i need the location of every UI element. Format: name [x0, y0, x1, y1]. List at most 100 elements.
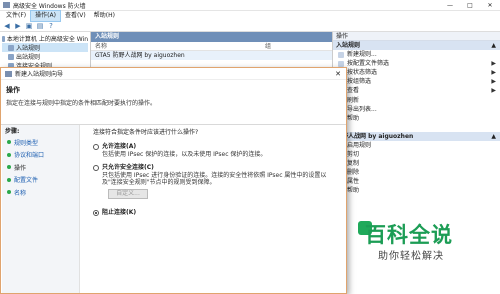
action-help-rule[interactable]: 帮助 [333, 186, 500, 195]
menu-view[interactable]: 查看(V) [61, 11, 90, 21]
step-bullet-icon [7, 152, 11, 157]
action-label: 帮助 [347, 187, 360, 195]
action-enable-rule[interactable]: 启用规则 [333, 141, 500, 150]
option-label: 允许连接(A) [102, 143, 137, 150]
step-bullet-icon [7, 190, 11, 195]
action-copy[interactable]: 复制 [333, 159, 500, 168]
rules-column-headers: 名称 组 [91, 42, 332, 51]
tree-item-label: 出站规则 [16, 54, 41, 61]
watermark-subtitle: 助你轻松解决 [378, 251, 444, 262]
option-label: 阻止连接(K) [102, 209, 137, 216]
action-delete[interactable]: 删除 [333, 168, 500, 177]
action-new-rule[interactable]: 新建规则... [333, 50, 500, 59]
action-filter-group[interactable]: 按组筛选 ▶ [333, 77, 500, 86]
rule-name: GTA5 防野人战网 by aiguozhen [95, 52, 185, 59]
firewall-app-icon [3, 2, 10, 8]
action-question: 连接符合指定条件时应该进行什么操作? [93, 129, 199, 136]
actions-group-label: 入站规则 [336, 42, 361, 49]
action-help[interactable]: 帮助 [333, 114, 500, 123]
step-label: 配置文件 [14, 177, 39, 185]
window-title-bar: 高级安全 Windows 防火墙 — □ ✕ [0, 0, 500, 11]
wizard-heading: 操作 [6, 86, 20, 94]
wizard-title-bar: 新建入站规则向导 ✕ [1, 68, 346, 80]
action-label: 剪切 [347, 150, 360, 158]
radio-block[interactable] [93, 210, 99, 216]
step-action[interactable]: 操作 [2, 161, 79, 174]
firewall-icon [2, 35, 5, 42]
step-name[interactable]: 名称 [2, 186, 79, 199]
collapse-icon[interactable]: ▲ [491, 132, 496, 141]
properties-icon[interactable]: ▤ [36, 22, 44, 30]
step-label: 操作 [14, 164, 27, 172]
outbound-rules-icon [8, 53, 14, 60]
collapse-icon[interactable]: ▲ [491, 41, 496, 50]
actions-header: 操作 [333, 32, 500, 41]
action-label: 删除 [347, 169, 360, 177]
close-button[interactable]: ✕ [480, 0, 500, 11]
up-folder-icon[interactable]: ▣ [25, 22, 33, 30]
tree-item-label: 入站规则 [16, 45, 41, 52]
customize-button[interactable]: 自定义... [108, 189, 148, 199]
minimize-button[interactable]: — [440, 0, 460, 11]
wizard-title: 新建入站规则向导 [15, 71, 64, 78]
filter-icon [338, 60, 344, 67]
forward-arrow-icon[interactable]: ▶ [14, 22, 22, 30]
tree-item-outbound-rules[interactable]: 出站规则 [2, 52, 88, 61]
step-label: 协议和端口 [14, 152, 45, 160]
close-icon[interactable]: ✕ [330, 70, 346, 78]
option-allow-secure[interactable]: 只允许安全连接(C) 只包括使用 IPsec 进行身份验证的连接。连接的安全性将… [93, 164, 333, 186]
watermark: 百科全说 助你轻松解决 [358, 219, 468, 265]
submenu-arrow-icon: ▶ [491, 87, 496, 95]
wizard-header: 操作 指定在连接与规则中指定的条件相匹配时要执行的操作。 [1, 80, 346, 125]
firewall-icon [5, 70, 12, 77]
action-view[interactable]: 查看 ▶ [333, 86, 500, 95]
action-label: 查看 [347, 87, 360, 95]
new-rule-icon [338, 51, 344, 58]
new-inbound-rule-wizard: 新建入站规则向导 ✕ 操作 指定在连接与规则中指定的条件相匹配时要执行的操作。 … [0, 67, 347, 294]
actions-group-selected-rule[interactable]: 防野人战网 by aiguozhen ▲ [333, 131, 500, 141]
submenu-arrow-icon: ▶ [491, 78, 496, 86]
option-block[interactable]: 阻止连接(K) [93, 209, 333, 217]
wizard-steps: 步骤: 规则类型 协议和端口 操作 配置文件 名称 [2, 125, 80, 293]
tree-item-inbound-rules[interactable]: 入站规则 [2, 43, 88, 52]
tree-root-label: 本地计算机 上的高级安全 Win [6, 36, 88, 43]
watermark-title: 百科全说 [365, 223, 453, 247]
action-label: 启用规则 [347, 141, 372, 149]
action-export[interactable]: 导出列表... [333, 105, 500, 114]
window-controls: — □ ✕ [440, 0, 500, 11]
action-filter-state[interactable]: 按状态筛选 ▶ [333, 68, 500, 77]
radio-allow[interactable] [93, 144, 99, 150]
action-cut[interactable]: 剪切 [333, 150, 500, 159]
tree-root[interactable]: 本地计算机 上的高级安全 Win [2, 34, 88, 43]
menu-help[interactable]: 帮助(H) [90, 11, 119, 21]
option-allow[interactable]: 允许连接(A) 包括使用 IPsec 保护的连接，以及未使用 IPsec 保护的… [93, 143, 333, 158]
radio-allow-secure[interactable] [93, 165, 99, 171]
back-arrow-icon[interactable]: ◀ [3, 22, 11, 30]
column-group[interactable]: 组 [265, 42, 271, 50]
inbound-rules-icon [8, 44, 14, 51]
action-filter-profile[interactable]: 按配置文件筛选 ▶ [333, 59, 500, 68]
step-rule-type[interactable]: 规则类型 [2, 136, 79, 149]
action-properties[interactable]: 属性 [333, 177, 500, 186]
actions-group-inbound[interactable]: 入站规则 ▲ [333, 41, 500, 50]
maximize-button[interactable]: □ [460, 0, 480, 11]
window-title: 高级安全 Windows 防火墙 [13, 2, 86, 10]
toolbar: ◀ ▶ ▣ ▤ ? [0, 21, 500, 32]
action-label: 复制 [347, 160, 360, 168]
table-row[interactable]: GTA5 防野人战网 by aiguozhen [91, 51, 332, 60]
column-name[interactable]: 名称 [95, 42, 265, 50]
step-bullet-icon [7, 165, 11, 170]
step-bullet-icon [7, 177, 11, 182]
menu-bar: 文件(F) 操作(A) 查看(V) 帮助(H) [0, 10, 500, 22]
action-refresh[interactable]: 刷新 [333, 95, 500, 104]
action-label: 按组筛选 [347, 78, 372, 86]
option-label: 只允许安全连接(C) [102, 164, 154, 171]
step-profile[interactable]: 配置文件 [2, 174, 79, 187]
action-label: 按状态筛选 [347, 69, 378, 77]
action-label: 按配置文件筛选 [347, 60, 390, 68]
menu-file[interactable]: 文件(F) [2, 11, 30, 21]
submenu-arrow-icon: ▶ [491, 60, 496, 68]
help-icon[interactable]: ? [47, 22, 55, 30]
step-protocol-port[interactable]: 协议和端口 [2, 149, 79, 162]
step-label: 名称 [14, 189, 27, 197]
